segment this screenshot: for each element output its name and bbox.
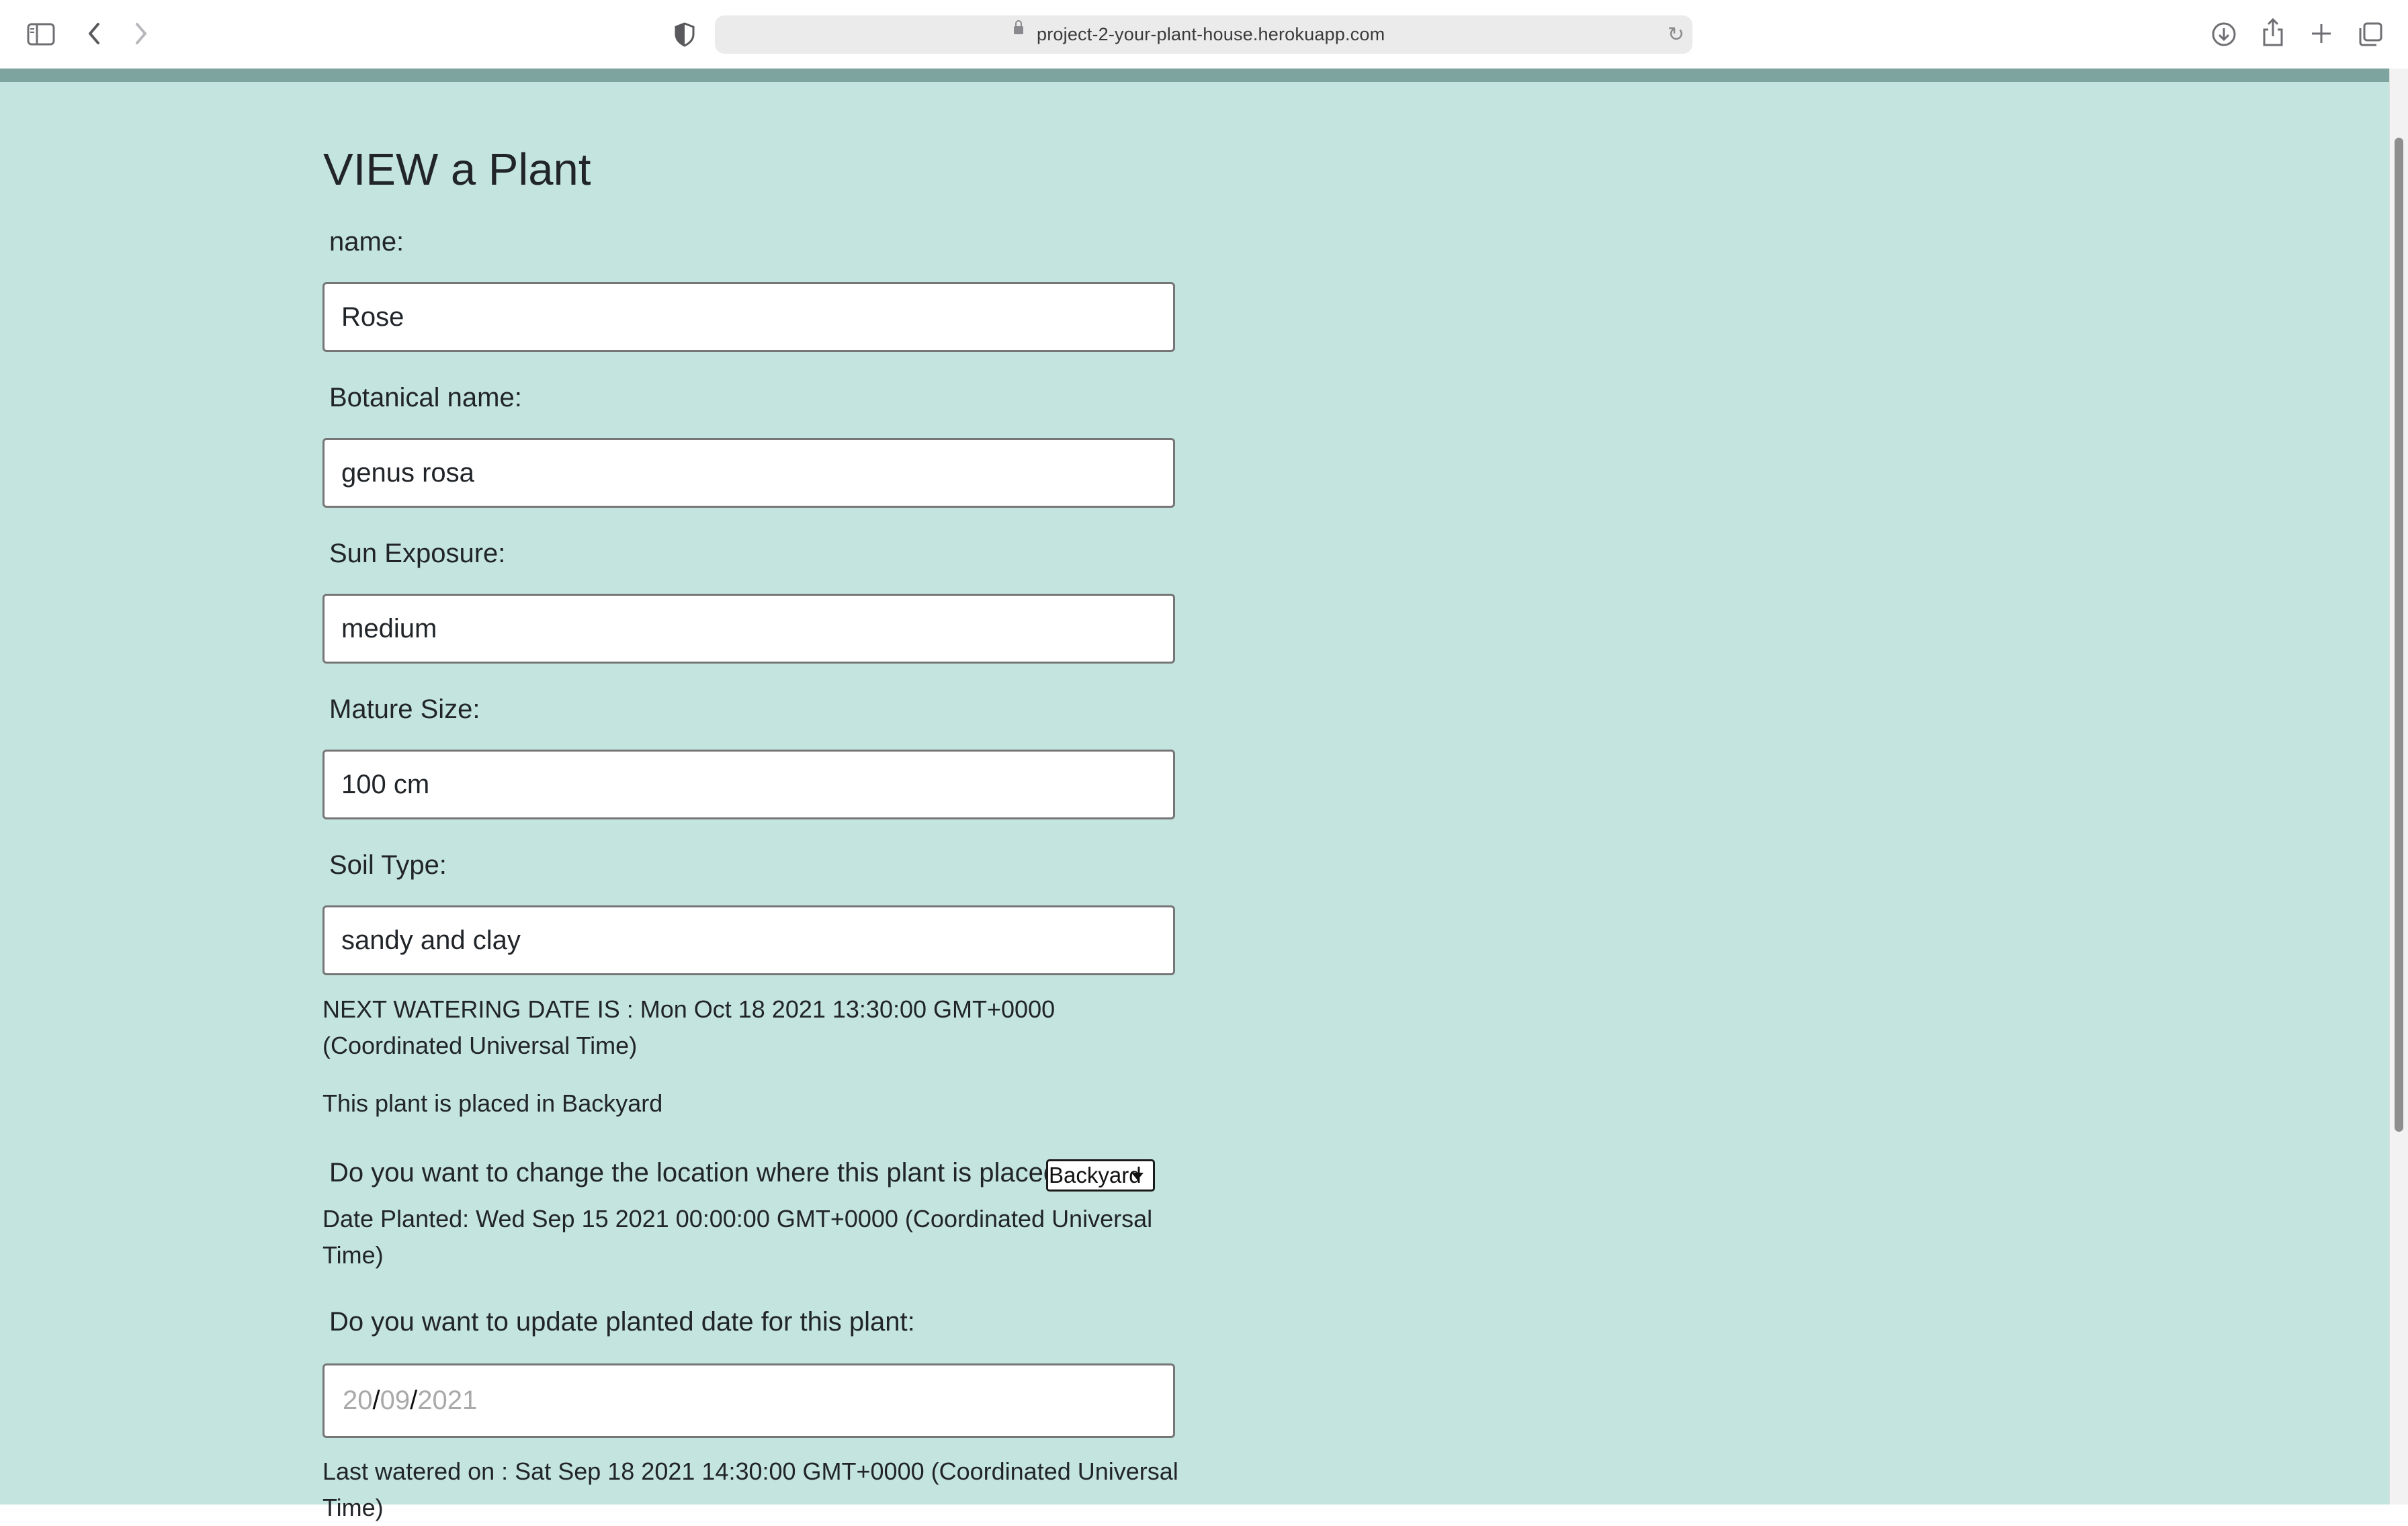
- date-separator: /: [372, 1386, 380, 1415]
- update-planted-date-label: Do you want to update planted date for t…: [329, 1307, 915, 1337]
- page-body: VIEW a Plant name: Botanical name: Sun E…: [0, 82, 2389, 1521]
- sun-exposure-field[interactable]: [322, 594, 1175, 664]
- date-separator: /: [410, 1386, 418, 1415]
- new-tab-icon[interactable]: [2309, 21, 2333, 46]
- scrollbar-thumb[interactable]: [2395, 138, 2403, 1132]
- back-icon[interactable]: [86, 21, 102, 46]
- sidebar-icon[interactable]: [27, 23, 55, 46]
- next-watering-date: NEXT WATERING DATE IS : Mon Oct 18 2021 …: [322, 995, 1056, 1059]
- mature-size-label: Mature Size:: [329, 694, 480, 724]
- lock-icon: [1014, 20, 1023, 34]
- reload-icon[interactable]: ↻: [1668, 23, 1684, 46]
- soil-type-label: Soil Type:: [329, 850, 447, 880]
- page-title: VIEW a Plant: [323, 144, 591, 195]
- date-day[interactable]: 20: [343, 1386, 373, 1415]
- name-field[interactable]: [322, 282, 1175, 352]
- sun-exposure-label: Sun Exposure:: [329, 539, 506, 568]
- change-location-label: Do you want to change the location where…: [329, 1158, 1074, 1187]
- site-navbar-edge: [0, 69, 2389, 82]
- botanical-name-field[interactable]: [322, 438, 1175, 508]
- date-planted-text: Date Planted: Wed Sep 15 2021 00:00:00 G…: [322, 1205, 1153, 1269]
- date-year[interactable]: 2021: [417, 1386, 477, 1415]
- download-icon[interactable]: [2211, 21, 2237, 47]
- forward-icon[interactable]: [133, 21, 149, 46]
- address-bar[interactable]: project-2-your-plant-house.herokuapp.com…: [715, 15, 1692, 54]
- share-icon[interactable]: [2262, 17, 2284, 47]
- privacy-shield-icon[interactable]: [674, 21, 695, 47]
- location-select-value: Backyard: [1049, 1163, 1142, 1187]
- mature-size-field[interactable]: [322, 750, 1175, 819]
- planted-date-input[interactable]: 20/09/2021: [322, 1363, 1175, 1438]
- dropdown-caret-icon: [1131, 1173, 1144, 1180]
- url-text: project-2-your-plant-house.herokuapp.com: [1037, 24, 1385, 44]
- soil-type-field[interactable]: [322, 905, 1175, 975]
- botanical-name-label: Botanical name:: [329, 383, 522, 412]
- last-watered-text: Last watered on : Sat Sep 18 2021 14:30:…: [322, 1457, 1178, 1521]
- location-select[interactable]: Backyard: [1046, 1159, 1155, 1192]
- placed-in-text: This plant is placed in Backyard: [322, 1089, 663, 1117]
- browser-toolbar: project-2-your-plant-house.herokuapp.com…: [0, 0, 2408, 69]
- date-month[interactable]: 09: [380, 1386, 411, 1415]
- tab-overview-icon[interactable]: [2358, 21, 2383, 47]
- name-label: name:: [329, 227, 404, 257]
